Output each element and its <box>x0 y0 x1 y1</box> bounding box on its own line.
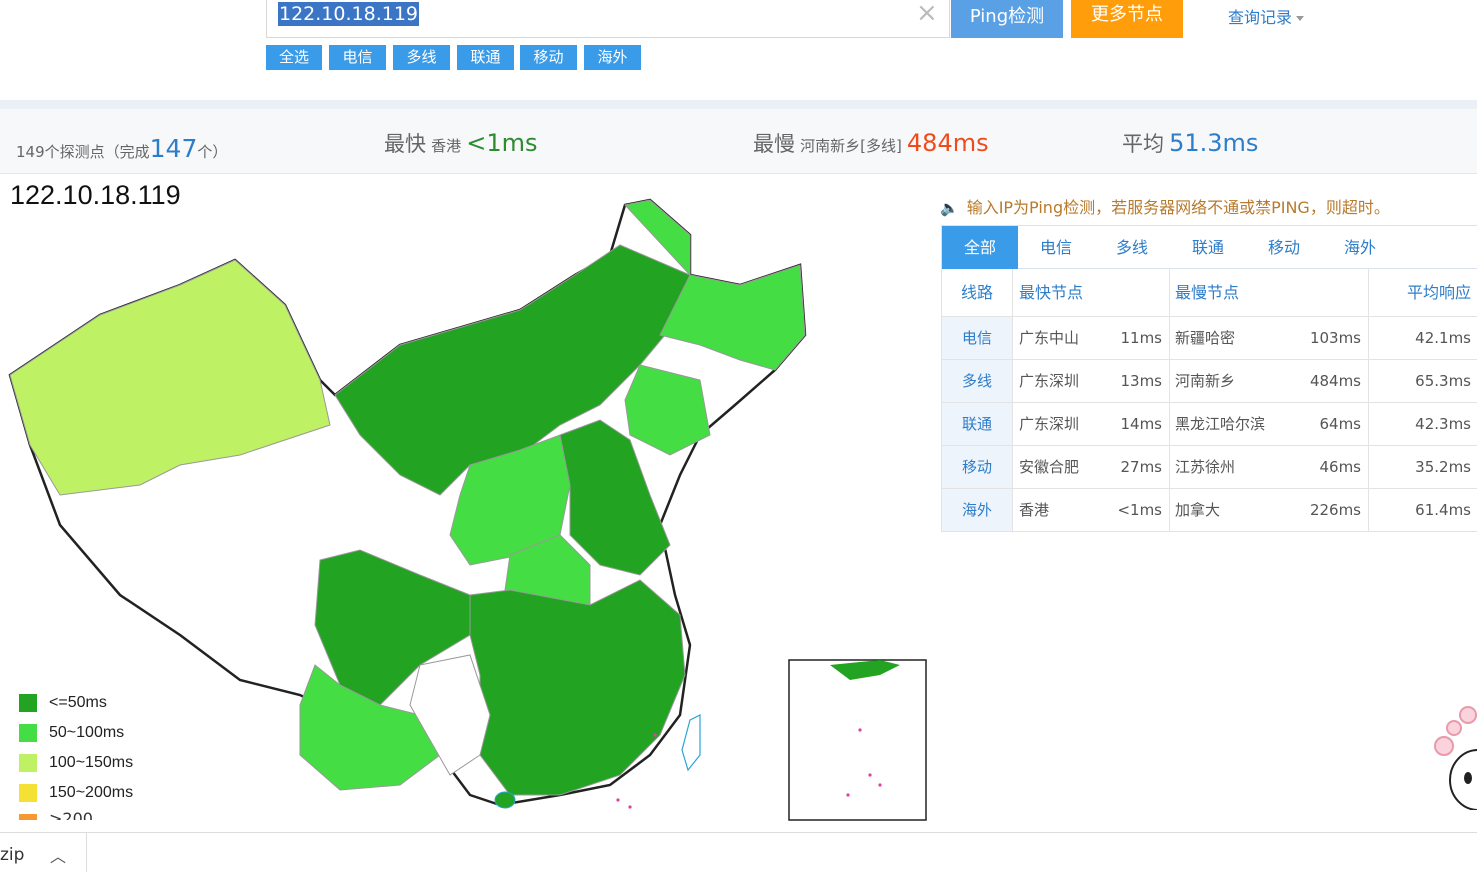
stat-completed-suffix: 个） <box>197 143 228 161</box>
row-fast-ms: 13ms <box>1120 372 1162 390</box>
stat-average-label: 平均 <box>1122 132 1164 156</box>
stat-fastest-label: 最快 <box>384 132 426 156</box>
row-fast-node: 香港 <box>1019 501 1050 519</box>
stat-average: 平均 51.3ms <box>1122 128 1258 158</box>
row-line[interactable]: 电信 <box>942 317 1012 359</box>
row-line[interactable]: 联通 <box>942 403 1012 445</box>
row-average: 61.4ms <box>1415 501 1471 519</box>
row-fast-ms: <1ms <box>1117 501 1162 519</box>
stat-total: 149个探测点（完成147个） <box>16 134 227 163</box>
notice: 🔈 输入IP为Ping检测，若服务器网络不通或禁PING，则超时。 <box>940 194 1390 218</box>
tab-overseas[interactable]: 海外 <box>1322 226 1398 269</box>
stat-slowest: 最慢 河南新乡[多线] 484ms <box>753 128 989 158</box>
row-line[interactable]: 移动 <box>942 446 1012 488</box>
china-latency-map <box>8 198 927 821</box>
legend-label-0: <=50ms <box>49 694 107 711</box>
row-slow-ms: 46ms <box>1319 458 1361 476</box>
row-average: 35.2ms <box>1415 458 1471 476</box>
results-tabs: 全部 电信 多线 联通 移动 海外 <box>941 225 1477 269</box>
row-fast-ms: 11ms <box>1120 329 1162 347</box>
legend-label-3: 150~200ms <box>49 784 134 801</box>
filter-telecom-button[interactable]: 电信 <box>329 45 386 70</box>
ping-button[interactable]: Ping检测 <box>951 0 1063 38</box>
stat-total-text: 149个探测点（完成 <box>16 143 150 161</box>
row-average: 42.1ms <box>1415 329 1471 347</box>
table-header-row: 线路 最快节点 最慢节点 平均响应 <box>941 269 1477 317</box>
row-line[interactable]: 海外 <box>942 489 1012 531</box>
filter-mobile-button[interactable]: 移动 <box>520 45 577 70</box>
row-slow-node: 加拿大 <box>1175 501 1221 519</box>
download-file-label[interactable]: zip <box>0 845 24 865</box>
filter-multiline-button[interactable]: 多线 <box>393 45 450 70</box>
stat-slowest-value: 484ms <box>906 129 989 157</box>
download-bar: zip ︿ <box>0 832 1477 872</box>
legend-label-1: 50~100ms <box>49 724 125 741</box>
legend-swatch-3 <box>19 784 37 802</box>
header-line: 线路 <box>961 283 994 302</box>
header-fastest: 最快节点 <box>1019 283 1084 302</box>
legend-swatch-1 <box>19 724 37 742</box>
table-row: 联通 广东深圳 14ms 黑龙江哈尔滨 64ms 42.3ms <box>941 403 1477 446</box>
caret-down-icon <box>1296 16 1305 21</box>
legend-label-2: 100~150ms <box>49 754 134 771</box>
row-slow-ms: 226ms <box>1309 501 1361 519</box>
row-slow-ms: 484ms <box>1309 372 1361 390</box>
row-fast-node: 安徽合肥 <box>1019 458 1080 476</box>
tab-unicom[interactable]: 联通 <box>1170 226 1246 269</box>
stat-fastest: 最快 香港 <1ms <box>384 128 537 158</box>
mascot-image <box>1434 706 1477 810</box>
table-row: 移动 安徽合肥 27ms 江苏徐州 46ms 35.2ms <box>941 446 1477 489</box>
download-divider <box>86 833 87 872</box>
row-slow-node: 新疆哈密 <box>1175 329 1236 347</box>
row-slow-node: 江苏徐州 <box>1175 458 1236 476</box>
table-row: 多线 广东深圳 13ms 河南新乡 484ms 65.3ms <box>941 360 1477 403</box>
table-row: 海外 香港 <1ms 加拿大 226ms 61.4ms <box>941 489 1477 532</box>
row-slow-node: 河南新乡 <box>1175 372 1236 390</box>
legend-swatch-2 <box>19 754 37 772</box>
history-dropdown[interactable]: 查询记录 <box>1228 4 1305 28</box>
row-average: 65.3ms <box>1415 372 1471 390</box>
tab-multiline[interactable]: 多线 <box>1094 226 1170 269</box>
speaker-icon: 🔈 <box>940 199 959 217</box>
section-divider <box>0 100 1477 109</box>
stat-average-value: 51.3ms <box>1169 129 1259 157</box>
row-fast-node: 广东深圳 <box>1019 372 1080 390</box>
filter-overseas-button[interactable]: 海外 <box>584 45 641 70</box>
row-slow-ms: 103ms <box>1309 329 1361 347</box>
more-nodes-button[interactable]: 更多节点 <box>1071 0 1183 38</box>
row-slow-ms: 64ms <box>1319 415 1361 433</box>
stat-fastest-node: 香港 <box>431 137 462 155</box>
stat-fastest-value: <1ms <box>466 129 538 157</box>
row-average: 42.3ms <box>1415 415 1471 433</box>
tab-mobile[interactable]: 移动 <box>1246 226 1322 269</box>
region-central-south <box>469 579 686 796</box>
row-fast-ms: 14ms <box>1120 415 1162 433</box>
notice-text: 输入IP为Ping检测，若服务器网络不通或禁PING，则超时。 <box>966 198 1390 217</box>
tab-telecom[interactable]: 电信 <box>1018 226 1094 269</box>
stat-slowest-label: 最慢 <box>753 132 795 156</box>
row-slow-node: 黑龙江哈尔滨 <box>1175 415 1266 433</box>
chevron-up-icon[interactable]: ︿ <box>50 843 66 867</box>
stat-completed-count: 147 <box>149 134 198 163</box>
row-line[interactable]: 多线 <box>942 360 1012 402</box>
search-input-value[interactable]: 122.10.18.119 <box>278 2 420 26</box>
tab-all[interactable]: 全部 <box>942 226 1018 269</box>
legend-label-4: >200 <box>49 812 93 820</box>
legend-swatch-4 <box>19 814 37 820</box>
table-row: 电信 广东中山 11ms 新疆哈密 103ms 42.1ms <box>941 317 1477 360</box>
legend-swatch-0 <box>19 694 37 712</box>
history-label: 查询记录 <box>1228 8 1293 27</box>
header-slowest: 最慢节点 <box>1175 283 1240 302</box>
filter-unicom-button[interactable]: 联通 <box>457 45 514 70</box>
stat-slowest-node: 河南新乡[多线] <box>800 137 902 155</box>
row-fast-node: 广东中山 <box>1019 329 1080 347</box>
row-fast-ms: 27ms <box>1120 458 1162 476</box>
close-icon[interactable]: × <box>916 0 938 26</box>
filter-all-button[interactable]: 全选 <box>266 45 322 70</box>
row-fast-node: 广东深圳 <box>1019 415 1080 433</box>
header-average: 平均响应 <box>1407 283 1472 302</box>
